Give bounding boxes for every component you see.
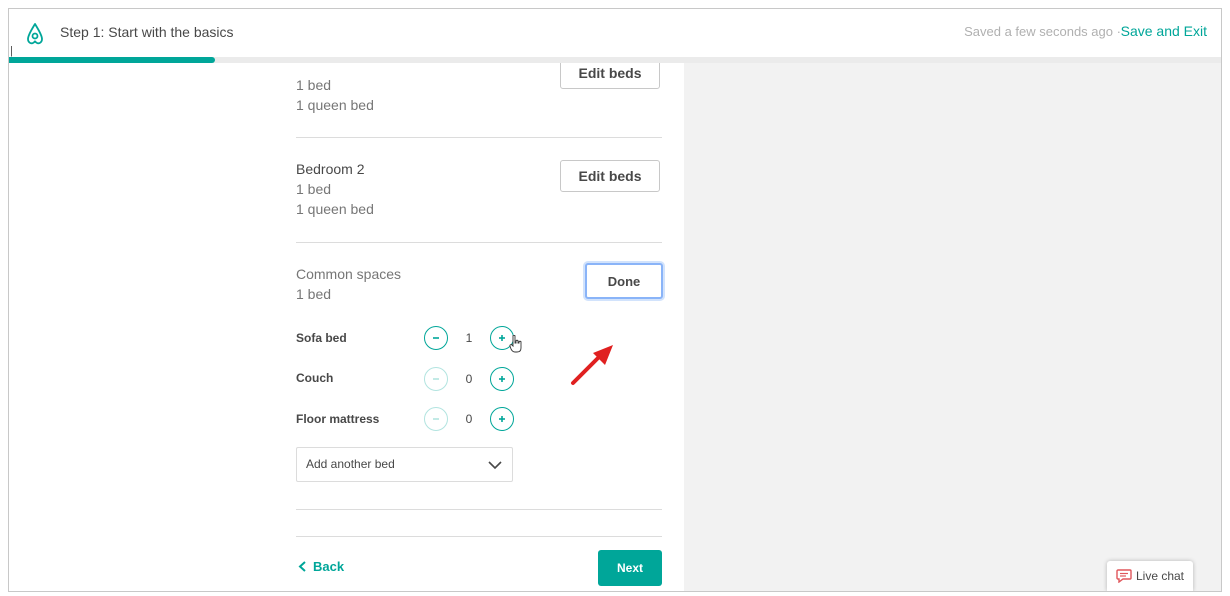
couch-decrement-button[interactable]: [424, 367, 448, 391]
top-bar: Step 1: Start with the basics Saved a fe…: [9, 9, 1221, 57]
bedroom-2-bed-type: 1 queen bed: [296, 201, 374, 217]
preview-pane: [684, 63, 1221, 591]
sofa-bed-label: Sofa bed: [296, 331, 347, 345]
saved-status: Saved a few seconds ago: [964, 24, 1113, 39]
floor-mattress-count: 0: [465, 412, 473, 426]
edit-beds-bedroom-2-button[interactable]: Edit beds: [560, 160, 660, 192]
red-arrow-icon: [571, 345, 613, 385]
app-window: Step 1: Start with the basics Saved a fe…: [8, 8, 1222, 592]
step-title: Step 1: Start with the basics: [60, 24, 234, 40]
airbnb-logo-icon[interactable]: [23, 22, 47, 46]
minus-icon: [433, 418, 439, 420]
divider: [296, 242, 662, 243]
chevron-left-icon: [298, 561, 306, 572]
add-another-bed-select[interactable]: Add another bed: [296, 447, 513, 482]
floor-mattress-decrement-button[interactable]: [424, 407, 448, 431]
minus-icon: [433, 337, 439, 339]
couch-count: 0: [465, 372, 473, 386]
plus-icon: [499, 416, 505, 422]
live-chat-label: Live chat: [1135, 569, 1185, 583]
divider: [296, 536, 662, 537]
main-content: 1 bed 1 queen bed Edit beds Bedroom 2 1 …: [9, 63, 684, 591]
couch-label: Couch: [296, 371, 334, 385]
floor-mattress-increment-button[interactable]: [490, 407, 514, 431]
couch-increment-button[interactable]: [490, 367, 514, 391]
back-label: Back: [313, 559, 345, 574]
done-button[interactable]: Done: [585, 263, 663, 299]
sofa-bed-count: 1: [465, 331, 473, 345]
live-chat-button[interactable]: Live chat: [1107, 561, 1193, 591]
floor-mattress-label: Floor mattress: [296, 412, 380, 426]
divider: [296, 137, 662, 138]
hand-cursor-icon: [509, 335, 522, 353]
add-another-bed-text: Add another bed: [306, 457, 395, 471]
edge-glyph: |: [10, 45, 13, 57]
back-button[interactable]: Back: [298, 559, 344, 574]
plus-icon: [499, 335, 505, 341]
divider: [296, 509, 662, 510]
minus-icon: [433, 378, 439, 380]
sofa-bed-decrement-button[interactable]: [424, 326, 448, 350]
bedroom-1-bed-type: 1 queen bed: [296, 97, 374, 113]
edit-beds-bedroom-1-button[interactable]: Edit beds: [560, 63, 660, 89]
chat-bubble-icon: [1116, 569, 1132, 583]
chevron-down-icon: [488, 461, 502, 470]
plus-icon: [499, 376, 505, 382]
save-and-exit-link[interactable]: Save and Exit: [1121, 23, 1207, 39]
next-button[interactable]: Next: [598, 550, 662, 586]
